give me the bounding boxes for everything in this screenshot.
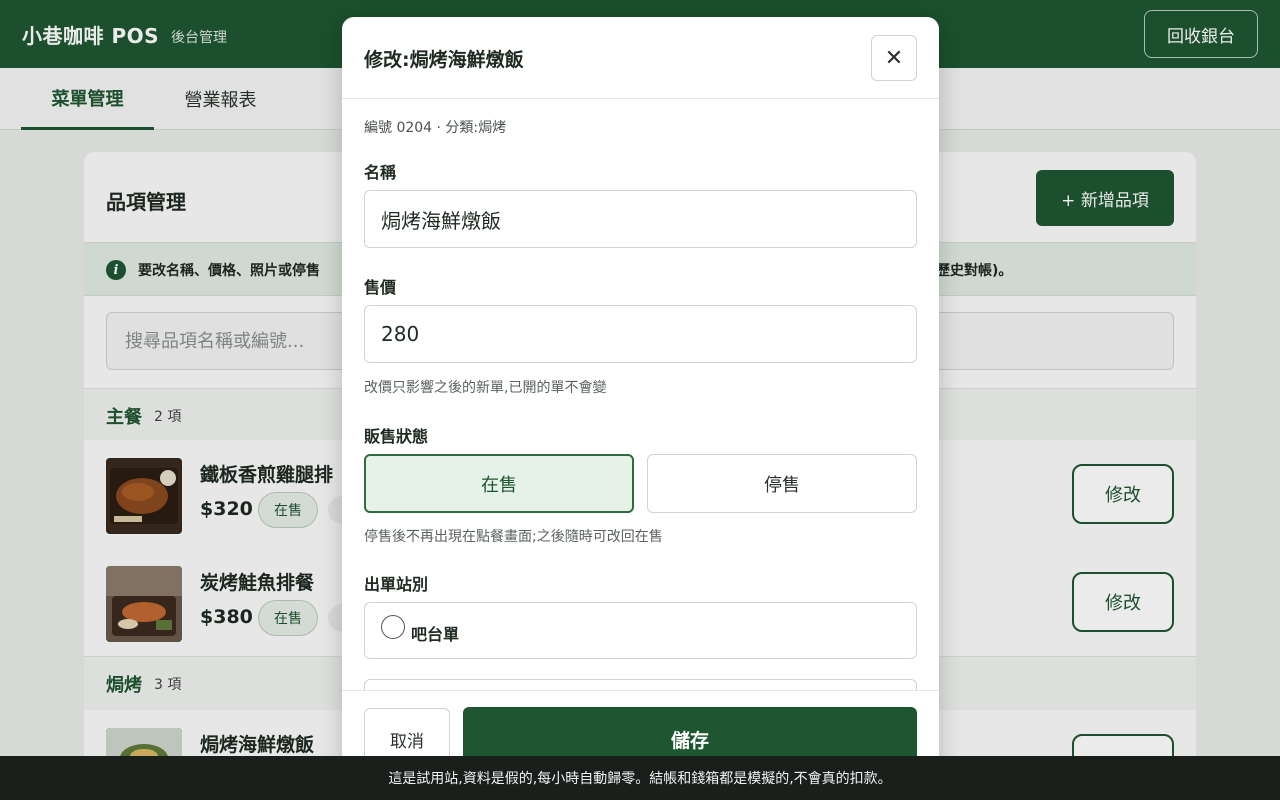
name-label: 名稱 (364, 163, 397, 182)
close-button[interactable]: ✕ (871, 35, 917, 81)
station-option-label: 吧台單 (411, 624, 460, 644)
station-label: 出單站別 (364, 575, 429, 594)
close-icon: ✕ (884, 45, 904, 71)
demo-notice-bar: 這是試用站,資料是假的,每小時自動歸零。結帳和錢箱都是模擬的,不會真的扣款。 (0, 756, 1280, 800)
dialog-title: 修改:焗烤海鮮燉飯 (364, 49, 524, 71)
price-hint: 改價只影響之後的新單,已開的單不會變 (364, 380, 607, 396)
name-field[interactable] (364, 190, 917, 248)
station-option-bar[interactable]: 吧台單 (364, 602, 917, 659)
dialog-header: 修改:焗烤海鮮燉飯 ✕ (342, 17, 939, 99)
status-on-sale-button[interactable]: 在售 (364, 454, 634, 513)
price-field[interactable] (364, 305, 917, 363)
item-meta: 編號 0204 · 分類:焗烤 (364, 120, 507, 136)
radio-button[interactable] (381, 614, 405, 639)
status-label: 販售狀態 (364, 427, 429, 446)
edit-item-dialog: 修改:焗烤海鮮燉飯 ✕ 編號 0204 · 分類:焗烤 名稱 售價 改價只影響之… (342, 17, 939, 800)
status-hint: 停售後不再出現在點餐畫面;之後隨時可改回在售 (364, 529, 663, 545)
status-off-sale-button[interactable]: 停售 (647, 454, 917, 513)
price-label: 售價 (364, 278, 397, 297)
